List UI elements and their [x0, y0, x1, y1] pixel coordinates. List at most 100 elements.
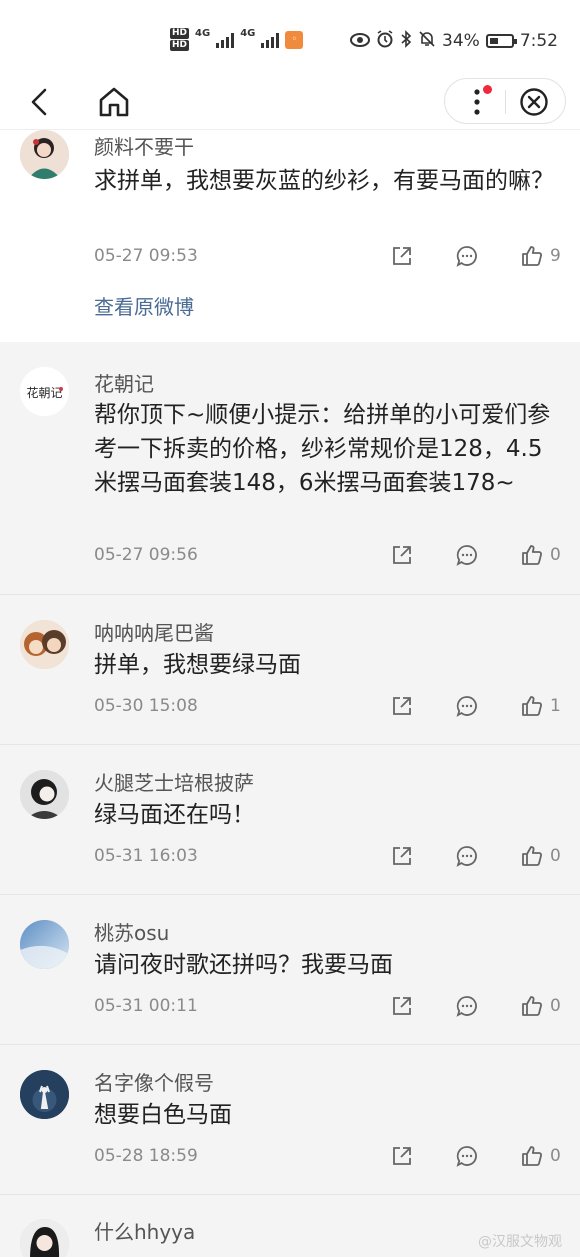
comment-item: 名字像个假号 想要白色马面 05-28 18:59 0	[0, 1045, 580, 1195]
avatar[interactable]	[20, 770, 69, 819]
reply-button[interactable]	[455, 994, 479, 1018]
like-button[interactable]	[520, 1144, 544, 1168]
comment-username[interactable]: 什么hhyya	[94, 1219, 195, 1245]
share-icon	[393, 697, 411, 715]
bluetooth-icon	[400, 30, 412, 52]
signal-icon	[261, 32, 280, 48]
back-button[interactable]	[22, 84, 58, 120]
share-icon	[393, 546, 411, 564]
avatar[interactable]	[20, 620, 69, 669]
comment-time: 05-30 15:08	[94, 696, 198, 716]
avatar[interactable]	[20, 130, 69, 179]
reply-button[interactable]	[455, 694, 479, 718]
thumbs-up-icon	[522, 545, 542, 565]
reply-button[interactable]	[455, 844, 479, 868]
comment-text: 求拼单，我想要灰蓝的纱衫，有要马面的嘛？	[94, 168, 554, 194]
comment-text: 拼单，我想要绿马面	[94, 652, 301, 678]
like-count: 9	[550, 246, 561, 266]
comment-time: 05-31 16:03	[94, 846, 198, 866]
share-button[interactable]	[390, 844, 414, 868]
thumbs-up-icon	[522, 246, 542, 266]
comment-item: 颜料不要干 求拼单，我想要灰蓝的纱衫，有要马面的嘛？ 05-27 09:53 9…	[0, 130, 580, 342]
thumbs-up-icon	[522, 996, 542, 1016]
clock: 7:52	[519, 31, 558, 51]
share-icon	[393, 847, 411, 865]
comment-username[interactable]: 桃苏osu	[94, 920, 169, 946]
network-type-1: 4G	[195, 28, 211, 39]
comment-item: 花朝记 花朝记 帮你顶下~顺便小提示：给拼单的小可爱们参考一下拆卖的价格，纱衫常…	[0, 342, 580, 595]
share-icon	[393, 247, 411, 265]
comment-username[interactable]: 颜料不要干	[94, 134, 194, 160]
thumbs-up-icon	[522, 1146, 542, 1166]
battery-percent: 34%	[442, 31, 480, 51]
comment-time: 05-27 09:56	[94, 545, 198, 565]
network-type-2: 4G	[240, 28, 256, 39]
like-count: 0	[550, 846, 561, 866]
like-count: 0	[550, 545, 561, 565]
alarm-icon	[376, 30, 394, 52]
comment-username[interactable]: 花朝记	[94, 371, 154, 397]
close-button[interactable]	[519, 87, 549, 117]
notification-dot	[483, 85, 492, 94]
share-button[interactable]	[390, 694, 414, 718]
comment-username[interactable]: 呐呐呐尾巴酱	[94, 620, 214, 646]
signal-icon	[216, 32, 235, 48]
hd-badges: HD HD	[170, 28, 190, 51]
comment-icon	[456, 696, 477, 717]
comment-time: 05-28 18:59	[94, 1146, 198, 1166]
like-count: 0	[550, 1146, 561, 1166]
home-icon	[99, 87, 129, 117]
share-button[interactable]	[390, 1144, 414, 1168]
comment-icon	[456, 846, 477, 867]
thumbs-up-icon	[522, 696, 542, 716]
share-button[interactable]	[390, 543, 414, 567]
hd-badge-2: HD	[170, 40, 190, 51]
comment-icon	[456, 1146, 477, 1167]
comment-time: 05-27 09:53	[94, 246, 198, 266]
like-button[interactable]	[520, 244, 544, 268]
battery-icon	[485, 34, 517, 48]
comment-text: 帮你顶下~顺便小提示：给拼单的小可爱们参考一下拆卖的价格，纱衫常规价是128，4…	[94, 402, 551, 496]
comment-icon	[456, 996, 477, 1017]
comment-username[interactable]: 火腿芝士培根披萨	[94, 770, 254, 796]
view-original-link[interactable]: 查看原微博	[94, 294, 194, 320]
like-count: 1	[550, 696, 561, 716]
home-button[interactable]	[96, 84, 132, 120]
share-icon	[393, 1147, 411, 1165]
like-button[interactable]	[520, 994, 544, 1018]
share-button[interactable]	[390, 244, 414, 268]
comment-text: 想要白色马面	[94, 1102, 232, 1128]
watermark: @汉服文物观	[478, 1234, 562, 1250]
avatar[interactable]	[20, 1219, 69, 1257]
status-right: 34% 7:52	[350, 30, 558, 52]
avatar-logo-text: 花朝记	[26, 385, 62, 400]
reply-button[interactable]	[455, 543, 479, 567]
reply-button[interactable]	[455, 244, 479, 268]
chevron-left-icon	[31, 88, 47, 116]
comment-text: 请问夜时歌还拼吗？我要马面	[94, 952, 393, 978]
app-notification-icon: ◦	[285, 30, 304, 49]
comment-text: 绿马面还在吗！	[94, 802, 255, 828]
comment-item: 呐呐呐尾巴酱 拼单，我想要绿马面 05-30 15:08 1	[0, 595, 580, 745]
like-button[interactable]	[520, 694, 544, 718]
close-circle-icon	[520, 88, 548, 116]
comment-icon	[456, 246, 477, 267]
avatar[interactable]: 花朝记	[20, 367, 69, 416]
share-icon	[393, 997, 411, 1015]
thumbs-up-icon	[522, 846, 542, 866]
eye-icon	[350, 32, 371, 51]
share-button[interactable]	[390, 994, 414, 1018]
comment-item: 火腿芝士培根披萨 绿马面还在吗！ 05-31 16:03 0	[0, 745, 580, 895]
capsule-divider	[505, 90, 506, 114]
hd-badge-1: HD	[170, 28, 190, 39]
nav-bar	[0, 78, 580, 130]
comment-icon	[456, 545, 477, 566]
like-button[interactable]	[520, 543, 544, 567]
comment-item: 桃苏osu 请问夜时歌还拼吗？我要马面 05-31 00:11 0	[0, 895, 580, 1045]
avatar[interactable]	[20, 920, 69, 969]
reply-button[interactable]	[455, 1144, 479, 1168]
avatar[interactable]	[20, 1070, 69, 1119]
like-button[interactable]	[520, 844, 544, 868]
mute-bell-icon	[418, 30, 436, 52]
comment-username[interactable]: 名字像个假号	[94, 1070, 214, 1096]
